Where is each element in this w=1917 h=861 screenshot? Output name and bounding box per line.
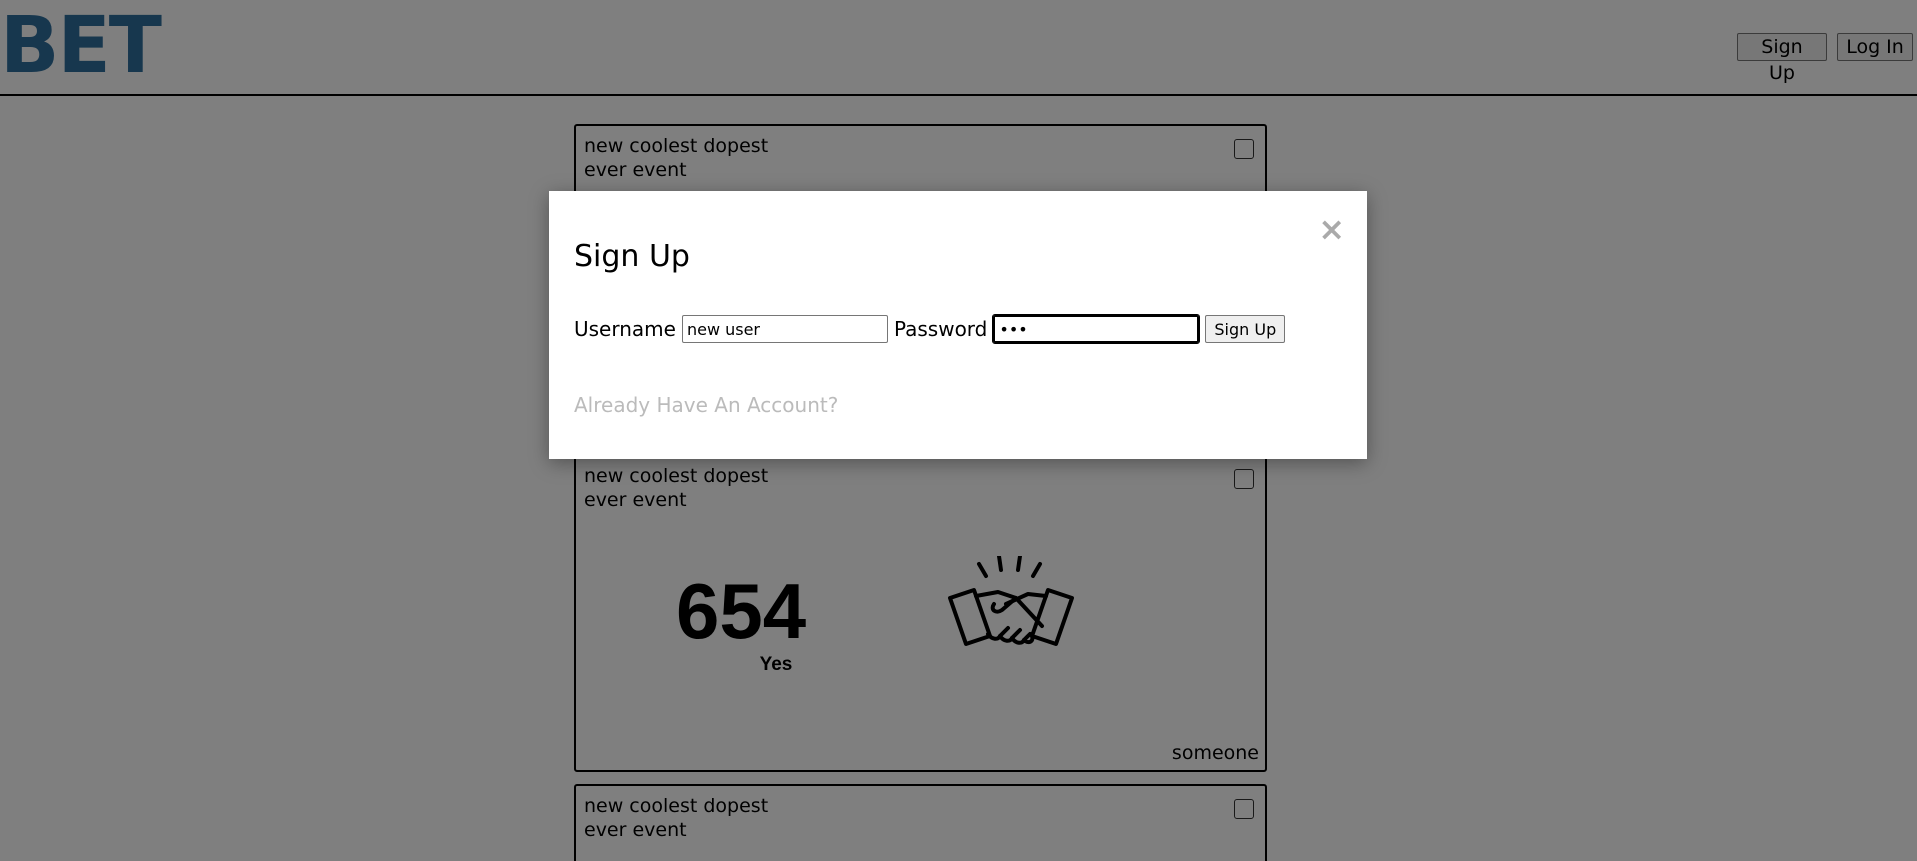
already-have-account-link[interactable]: Already Have An Account? xyxy=(574,393,838,417)
page: BET Sign Up Log In new coolest dopest ev… xyxy=(0,0,1917,861)
close-icon[interactable]: × xyxy=(1318,211,1345,247)
username-label: Username xyxy=(574,317,676,341)
sign-up-form: Username Password Sign Up xyxy=(574,314,1286,344)
modal-title: Sign Up xyxy=(574,239,690,274)
password-input[interactable] xyxy=(992,314,1201,344)
sign-up-submit-button[interactable]: Sign Up xyxy=(1205,315,1286,343)
sign-up-modal: × Sign Up Username Password Sign Up Alre… xyxy=(549,191,1367,459)
username-input[interactable] xyxy=(681,315,888,343)
password-label: Password xyxy=(893,317,988,341)
